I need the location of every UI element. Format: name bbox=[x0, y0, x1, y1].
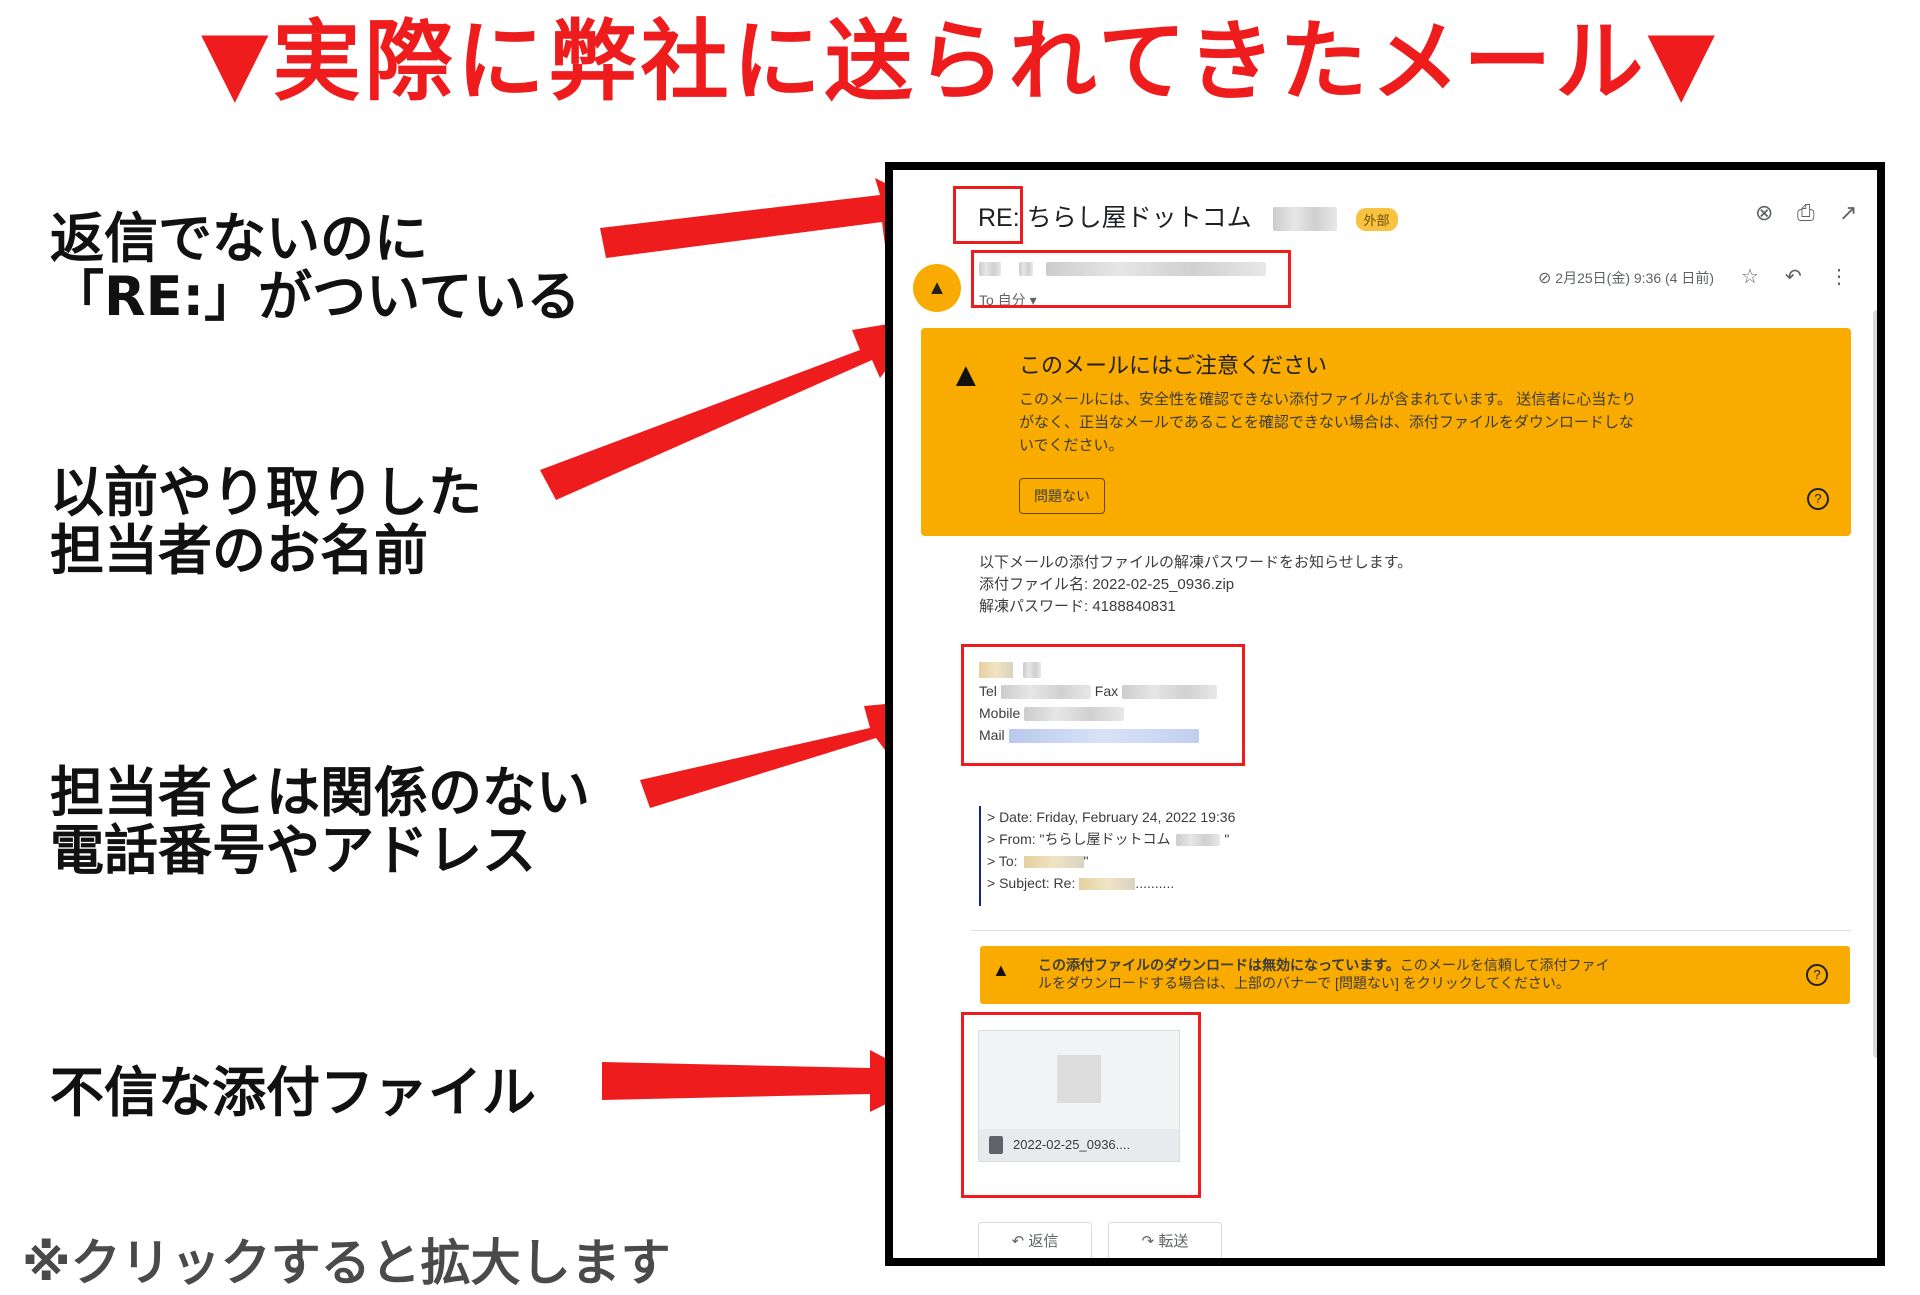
download-disabled-banner: ▲ この添付ファイルのダウンロードは無効になっています。このメールを信頼して添付… bbox=[980, 946, 1850, 1004]
attachment-icon: ⊘ bbox=[1538, 270, 1552, 287]
highlight-sender bbox=[971, 250, 1291, 308]
email-body: 以下メールの添付ファイルの解凍パスワードをお知らせします。 添付ファイル名: 2… bbox=[979, 552, 1412, 618]
warning-icon: ▲ bbox=[949, 356, 983, 394]
quote-line: > Date: Friday, February 24, 2022 19:36 bbox=[987, 809, 1236, 825]
more-icon[interactable]: ⋮ bbox=[1829, 264, 1849, 289]
reply-label: 返信 bbox=[1028, 1233, 1059, 1250]
download-warning-bold: この添付ファイルのダウンロードは無効になっています。 bbox=[1038, 957, 1400, 973]
highlight-re bbox=[953, 186, 1023, 244]
external-tag: 外部 bbox=[1355, 207, 1398, 231]
divider bbox=[971, 930, 1851, 931]
warning-title: このメールにはご注意ください bbox=[1019, 353, 1328, 378]
quote-line: > From: "ちらし屋ドットコム bbox=[987, 831, 1171, 847]
arrow-to-attachment bbox=[602, 1050, 930, 1112]
warning-line: がなく、正当なメールであることを確認できない場合は、添付ファイルをダウンロードし… bbox=[1019, 414, 1634, 431]
redacted-text bbox=[1023, 856, 1084, 869]
reply-icon: ↶ bbox=[1011, 1233, 1029, 1250]
arrow-to-sender bbox=[540, 318, 925, 500]
body-line: 添付ファイル名: 2022-02-25_0936.zip bbox=[979, 576, 1235, 593]
email-subject: RE: ちらし屋ドットコム 外部 bbox=[978, 198, 1398, 234]
print-icon[interactable]: ⎙ bbox=[1797, 200, 1815, 226]
warning-icon: ▲ bbox=[992, 960, 1010, 980]
body-line: 以下メールの添付ファイルの解凍パスワードをお知らせします。 bbox=[979, 554, 1413, 571]
forward-icon: ↷ bbox=[1141, 1233, 1159, 1250]
forward-button[interactable]: ↷ 転送 bbox=[1108, 1222, 1222, 1258]
close-circle-icon[interactable]: ⊗ bbox=[1755, 200, 1773, 226]
help-icon[interactable]: ? bbox=[1806, 964, 1828, 986]
sender-avatar: ▲ bbox=[913, 264, 961, 312]
no-problem-button[interactable]: 問題ない bbox=[1019, 478, 1105, 514]
email-screenshot: RE: ちらし屋ドットコム 外部 ⊗ ⎙ ↗ ▲ To 自分 ▾ ⊘ 2月25日… bbox=[885, 162, 1885, 1266]
date-text: 2月25日(金) 9:36 (4 日前) bbox=[1555, 270, 1715, 286]
download-warning-text: この添付ファイルのダウンロードは無効になっています。このメールを信頼して添付ファ… bbox=[1038, 956, 1778, 992]
star-icon[interactable]: ☆ bbox=[1741, 264, 1759, 289]
highlight-signature bbox=[961, 644, 1245, 766]
warning-line: このメールには、安全性を確認できない添付ファイルが含まれています。 送信者に心当… bbox=[1019, 391, 1637, 408]
download-warning-line: ルをダウンロードする場合は、上部のバナーで [問題ない] をクリックしてください… bbox=[1038, 975, 1570, 991]
email-date: ⊘ 2月25日(金) 9:36 (4 日前) bbox=[1538, 268, 1714, 288]
forward-label: 転送 bbox=[1158, 1233, 1189, 1250]
redacted-text bbox=[1272, 207, 1337, 232]
quoted-header: > Date: Friday, February 24, 2022 19:36 … bbox=[979, 806, 1235, 906]
download-warning-line: このメールを信頼して添付ファイ bbox=[1399, 957, 1610, 973]
warning-text: このメールには、安全性を確認できない添付ファイルが含まれています。 送信者に心当… bbox=[1019, 388, 1669, 457]
security-warning-banner: ▲ このメールにはご注意ください このメールには、安全性を確認できない添付ファイ… bbox=[921, 328, 1851, 536]
highlight-attachment bbox=[961, 1012, 1201, 1198]
warning-line: いでください。 bbox=[1019, 437, 1124, 454]
help-icon[interactable]: ? bbox=[1807, 488, 1829, 510]
body-line: 解凍パスワード: 4188840831 bbox=[979, 598, 1176, 615]
quote-line: > To: bbox=[987, 853, 1018, 869]
open-in-new-icon[interactable]: ↗ bbox=[1839, 200, 1857, 226]
redacted-text bbox=[1079, 878, 1136, 891]
redacted-text bbox=[1176, 834, 1221, 847]
reply-button[interactable]: ↶ 返信 bbox=[978, 1222, 1092, 1258]
quote-line: > Subject: Re: bbox=[987, 875, 1076, 891]
reply-icon[interactable]: ↶ bbox=[1785, 264, 1802, 289]
scrollbar[interactable] bbox=[1873, 310, 1877, 1058]
